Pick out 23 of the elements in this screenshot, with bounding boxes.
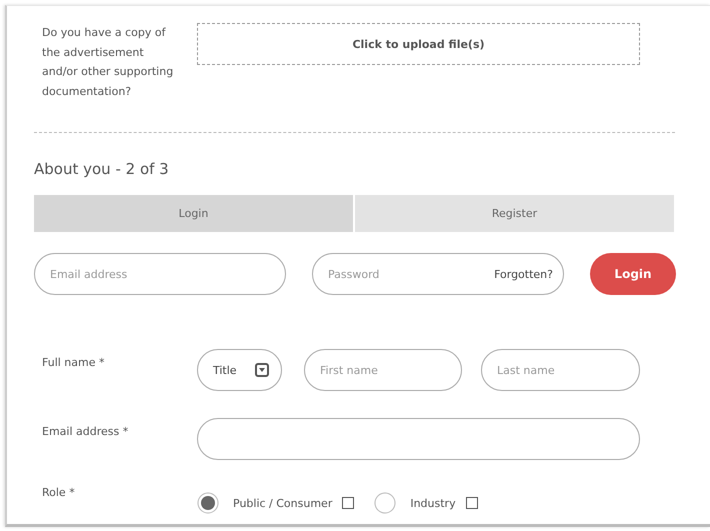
upload-button[interactable]: Click to upload file(s) — [197, 23, 640, 65]
upload-question: Do you have a copy of the advertisement and/or other supporting documentation? — [41, 25, 174, 100]
section-heading: About you - 2 of 3 — [34, 160, 170, 178]
title-dropdown[interactable]: Title — [197, 349, 282, 391]
radio-button[interactable] — [374, 492, 396, 514]
last-name-field[interactable]: Last name — [481, 349, 640, 391]
email-field[interactable]: Email address — [34, 253, 286, 295]
first-name-field[interactable]: First name — [304, 349, 462, 391]
login-button[interactable]: Login — [590, 253, 676, 295]
field-label: Email address * — [41, 424, 130, 440]
field-label: Role * — [41, 485, 76, 501]
field-label: Full name * — [41, 355, 106, 371]
radio-button[interactable] — [197, 492, 219, 514]
checkbox[interactable] — [342, 497, 354, 509]
tab[interactable]: Register — [355, 195, 674, 232]
dropdown-icon — [255, 363, 269, 377]
option-label: Industry — [410, 496, 456, 510]
checkbox[interactable] — [466, 497, 478, 509]
password-field[interactable]: Password Forgotten? — [312, 253, 564, 295]
option-label: Public / Consumer — [233, 496, 332, 510]
email-field[interactable] — [197, 418, 640, 460]
tab[interactable]: Login — [34, 195, 353, 232]
forgotten-link[interactable]: Forgotten? — [494, 268, 553, 280]
